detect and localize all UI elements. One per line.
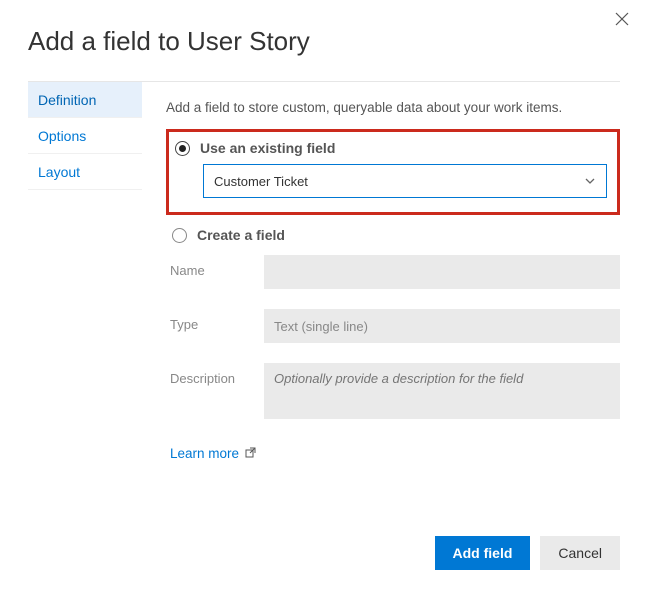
form-row-type: Type: [170, 309, 620, 343]
type-input: [264, 309, 620, 343]
name-label: Name: [170, 255, 254, 278]
cancel-button[interactable]: Cancel: [540, 536, 620, 570]
tab-definition[interactable]: Definition: [28, 82, 142, 118]
existing-field-select[interactable]: Customer Ticket: [203, 164, 607, 198]
description-label: Description: [170, 363, 254, 386]
content-panel: Add a field to store custom, queryable d…: [142, 82, 620, 524]
radio-existing-label: Use an existing field: [200, 140, 335, 156]
dialog-footer: Add field Cancel: [28, 524, 620, 592]
dialog-title: Add a field to User Story: [28, 26, 620, 57]
form-row-name: Name: [170, 255, 620, 289]
learn-more-text: Learn more: [170, 446, 239, 461]
type-label: Type: [170, 309, 254, 332]
radio-create-label: Create a field: [197, 227, 285, 243]
close-button[interactable]: [610, 8, 634, 32]
tabs-sidebar: Definition Options Layout: [28, 82, 142, 524]
add-field-button[interactable]: Add field: [435, 536, 531, 570]
existing-field-value: Customer Ticket: [214, 174, 308, 189]
name-input: [264, 255, 620, 289]
radio-create[interactable]: [172, 228, 187, 243]
radio-dot-icon: [179, 145, 186, 152]
form-row-description: Description: [170, 363, 620, 422]
dialog-container: Add a field to User Story Definition Opt…: [0, 0, 648, 592]
radio-row-create: Create a field: [172, 227, 620, 243]
learn-more-link[interactable]: Learn more: [170, 446, 256, 461]
dialog-body: Definition Options Layout Add a field to…: [28, 82, 620, 524]
description-textarea: [264, 363, 620, 419]
radio-row-existing: Use an existing field: [175, 140, 607, 156]
tab-options[interactable]: Options: [28, 118, 142, 154]
tab-layout[interactable]: Layout: [28, 154, 142, 190]
highlight-existing-field: Use an existing field Customer Ticket: [166, 129, 620, 215]
radio-existing[interactable]: [175, 141, 190, 156]
chevron-down-icon: [584, 175, 596, 187]
external-link-icon: [245, 447, 256, 461]
intro-text: Add a field to store custom, queryable d…: [166, 100, 620, 115]
